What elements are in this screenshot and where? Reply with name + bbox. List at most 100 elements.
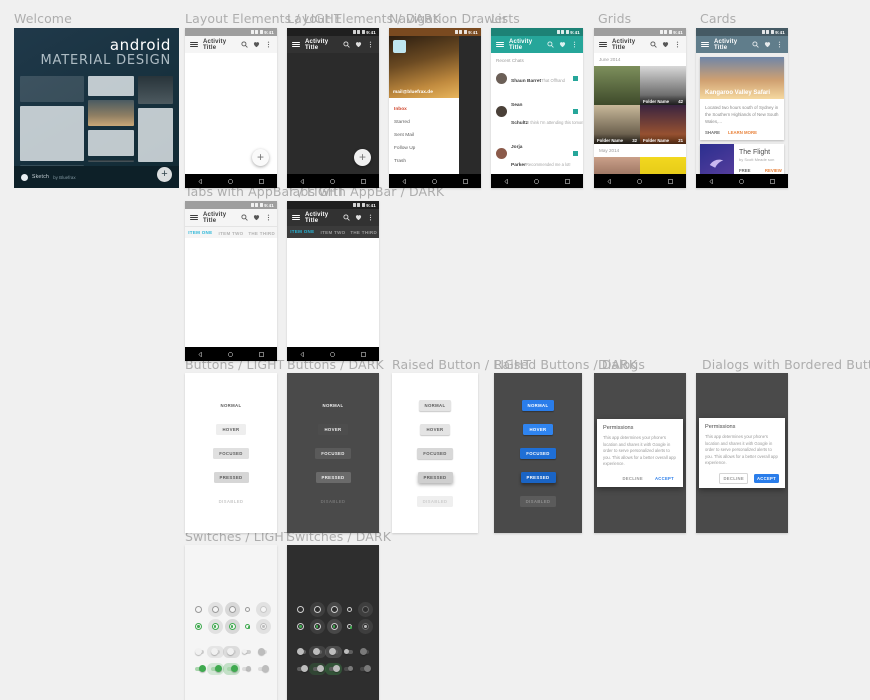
button-normal[interactable]: NORMAL bbox=[215, 400, 248, 411]
drawer-item-inbox[interactable]: Inbox bbox=[389, 103, 459, 116]
button-focused[interactable]: FOCUSED bbox=[417, 448, 452, 459]
toggle-on-focused[interactable] bbox=[329, 667, 338, 671]
search-icon[interactable] bbox=[241, 214, 248, 221]
toggle-normal[interactable] bbox=[195, 650, 204, 654]
radio-focused[interactable] bbox=[229, 606, 236, 613]
list-item[interactable]: Sean SchultzI think I'm attending this t… bbox=[491, 90, 583, 132]
more-vertical-icon[interactable] bbox=[571, 41, 578, 48]
decline-button[interactable]: DECLINE bbox=[719, 473, 747, 484]
toggle-normal[interactable] bbox=[297, 650, 306, 654]
button-hover[interactable]: HOVER bbox=[523, 424, 552, 435]
home-circle-icon[interactable] bbox=[227, 172, 234, 188]
toggle-hover[interactable] bbox=[313, 650, 322, 654]
toggle-pressed[interactable] bbox=[344, 650, 353, 654]
button-normal[interactable]: NORMAL bbox=[522, 400, 555, 411]
learn-more-button[interactable]: LEARN MORE bbox=[728, 130, 757, 135]
plus-icon[interactable]: + bbox=[252, 149, 269, 166]
account-avatar[interactable] bbox=[393, 40, 406, 53]
radio-normal[interactable] bbox=[195, 606, 202, 613]
recents-square-icon[interactable] bbox=[667, 172, 674, 188]
toggle-focused[interactable] bbox=[227, 650, 236, 654]
toggle-hover[interactable] bbox=[211, 650, 220, 654]
button-hover[interactable]: HOVER bbox=[216, 424, 245, 435]
more-vertical-icon[interactable] bbox=[367, 41, 374, 48]
search-icon[interactable] bbox=[343, 41, 350, 48]
radio-hover[interactable] bbox=[314, 606, 321, 613]
back-triangle-icon[interactable] bbox=[299, 172, 306, 188]
home-circle-icon[interactable] bbox=[533, 172, 540, 188]
radio-hover[interactable] bbox=[212, 606, 219, 613]
home-circle-icon[interactable] bbox=[329, 345, 336, 361]
recents-square-icon[interactable] bbox=[564, 172, 571, 188]
toggle-on-pressed[interactable] bbox=[242, 667, 251, 671]
search-icon[interactable] bbox=[241, 41, 248, 48]
radio-selected-hover[interactable] bbox=[212, 623, 219, 630]
hamburger-icon[interactable] bbox=[190, 215, 198, 221]
grid-tile[interactable]: Folder Name42 bbox=[640, 66, 686, 105]
back-triangle-icon[interactable] bbox=[606, 172, 613, 188]
back-triangle-icon[interactable] bbox=[197, 345, 204, 361]
radio-pressed[interactable] bbox=[245, 607, 250, 612]
button-pressed[interactable]: PRESSED bbox=[316, 472, 351, 483]
grid-tile[interactable] bbox=[594, 157, 640, 174]
heart-icon[interactable] bbox=[355, 214, 362, 221]
search-icon[interactable] bbox=[752, 41, 759, 48]
recents-square-icon[interactable] bbox=[360, 172, 367, 188]
hamburger-icon[interactable] bbox=[292, 215, 300, 221]
share-button[interactable]: SHARE bbox=[705, 130, 720, 135]
tab-item-one[interactable]: ITEM ONE bbox=[287, 226, 318, 239]
home-circle-icon[interactable] bbox=[636, 172, 643, 188]
search-icon[interactable] bbox=[547, 41, 554, 48]
grid-tile[interactable]: Folder Name32 bbox=[594, 105, 640, 144]
radio-selected-focused[interactable] bbox=[229, 623, 236, 630]
plus-icon[interactable]: + bbox=[157, 167, 172, 182]
more-vertical-icon[interactable] bbox=[367, 214, 374, 221]
hamburger-icon[interactable] bbox=[496, 42, 504, 48]
heart-icon[interactable] bbox=[355, 41, 362, 48]
accept-button[interactable]: ACCEPT bbox=[652, 474, 677, 483]
back-triangle-icon[interactable] bbox=[299, 345, 306, 361]
back-triangle-icon[interactable] bbox=[401, 172, 408, 188]
toggle-focused[interactable] bbox=[329, 650, 338, 654]
radio-selected-normal[interactable] bbox=[195, 623, 202, 630]
radio-selected-hover[interactable] bbox=[314, 623, 321, 630]
tab-the-third[interactable]: THE THIRD bbox=[348, 230, 379, 235]
back-triangle-icon[interactable] bbox=[503, 172, 510, 188]
more-vertical-icon[interactable] bbox=[674, 41, 681, 48]
grid-tile[interactable] bbox=[640, 157, 686, 174]
home-circle-icon[interactable] bbox=[227, 345, 234, 361]
heart-icon[interactable] bbox=[253, 41, 260, 48]
button-pressed[interactable]: PRESSED bbox=[418, 472, 453, 483]
accept-button[interactable]: ACCEPT bbox=[754, 474, 779, 483]
drawer-item-follow-up[interactable]: Follow Up bbox=[389, 142, 459, 155]
more-vertical-icon[interactable] bbox=[265, 41, 272, 48]
radio-selected-pressed[interactable] bbox=[245, 624, 250, 629]
home-circle-icon[interactable] bbox=[431, 172, 438, 188]
recents-square-icon[interactable] bbox=[258, 345, 265, 361]
card-the-flight[interactable]: The Flight by Scott Meade son FREE SAMPL… bbox=[700, 144, 784, 174]
toggle-on-focused[interactable] bbox=[227, 667, 236, 671]
list-item[interactable]: Jorja ParkerRecommended me a lot! bbox=[491, 132, 583, 174]
button-pressed[interactable]: PRESSED bbox=[214, 472, 249, 483]
grid-tile[interactable]: Folder Name21 bbox=[640, 105, 686, 144]
back-triangle-icon[interactable] bbox=[197, 172, 204, 188]
decline-button[interactable]: DECLINE bbox=[619, 474, 645, 483]
button-hover[interactable]: HOVER bbox=[420, 424, 449, 435]
button-normal[interactable]: NORMAL bbox=[317, 400, 350, 411]
drawer-item-sent-mail[interactable]: Sent Mail bbox=[389, 129, 459, 142]
more-vertical-icon[interactable] bbox=[265, 214, 272, 221]
hamburger-icon[interactable] bbox=[599, 42, 607, 48]
recents-square-icon[interactable] bbox=[258, 172, 265, 188]
back-triangle-icon[interactable] bbox=[708, 172, 715, 188]
tab-the-third[interactable]: THE THIRD bbox=[246, 231, 277, 236]
welcome-card[interactable]: android MATERIAL DESIGN Sketch b bbox=[14, 28, 179, 188]
radio-focused[interactable] bbox=[331, 606, 338, 613]
button-focused[interactable]: FOCUSED bbox=[213, 448, 248, 459]
radio-selected-focused[interactable] bbox=[331, 623, 338, 630]
toggle-on-pressed[interactable] bbox=[344, 667, 353, 671]
search-icon[interactable] bbox=[650, 41, 657, 48]
recents-square-icon[interactable] bbox=[462, 172, 469, 188]
plus-icon[interactable]: + bbox=[354, 149, 371, 166]
heart-icon[interactable] bbox=[253, 214, 260, 221]
button-normal[interactable]: NORMAL bbox=[419, 400, 452, 411]
